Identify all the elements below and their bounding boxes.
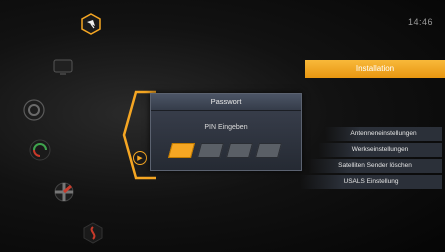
menu-item-antenna-settings[interactable]: Antenneneinstellungen <box>325 127 442 141</box>
tools-icon[interactable] <box>52 180 76 204</box>
focus-pointer-icon: ▶ <box>133 151 147 165</box>
pin-digit-1[interactable] <box>167 143 196 158</box>
pin-digit-4[interactable] <box>254 143 283 158</box>
pin-digit-2[interactable] <box>196 143 225 158</box>
menu-item-factory-settings[interactable]: Werkseinstellungen <box>318 143 442 157</box>
menu-header-installation[interactable]: Installation <box>305 60 445 78</box>
pin-prompt: PIN Eingeben <box>204 124 248 131</box>
satellite-icon[interactable] <box>80 13 102 35</box>
tv-screen: 14:46 ▶ Passwort PIN Eingeben Installati… <box>0 0 445 252</box>
tv-icon[interactable] <box>52 58 74 76</box>
menu-item-usals-settings[interactable]: USALS Einstellung <box>300 175 442 189</box>
clock: 14:46 <box>407 17 433 27</box>
dialog-title: Passwort <box>151 94 301 111</box>
settings-gear-icon[interactable] <box>22 98 46 122</box>
signal-icon[interactable] <box>83 222 103 244</box>
search-icon[interactable] <box>28 138 52 162</box>
password-dialog: Passwort PIN Eingeben <box>150 93 302 171</box>
pin-input[interactable] <box>167 143 283 158</box>
pin-digit-3[interactable] <box>225 143 254 158</box>
menu-item-delete-satellite-channels[interactable]: Satelliten Sender löschen <box>308 159 442 173</box>
